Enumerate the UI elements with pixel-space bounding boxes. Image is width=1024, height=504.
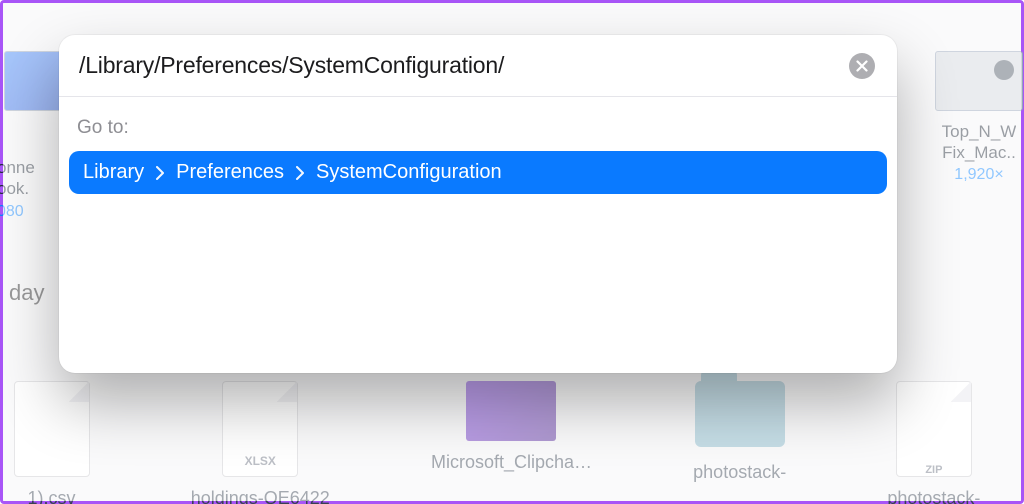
folder-icon [695, 381, 785, 447]
go-to-folder-dialog: Go to: Library Preferences SystemConfigu… [59, 35, 897, 373]
chevron-right-icon [296, 166, 304, 180]
file-name: Microsoft_Clipcha… [431, 451, 592, 474]
clear-button[interactable] [849, 53, 875, 79]
file-dimensions: 1,920× [954, 166, 1003, 184]
file-name-line: ook. [0, 179, 29, 198]
file-name: photostack- [693, 461, 786, 484]
bg-file-image[interactable]: Microsoft_Clipcha… [431, 381, 592, 504]
path-input[interactable] [77, 51, 839, 80]
bg-bottom-row: 1).csv XLSX holdings-QE6422 Microsoft_Cl… [0, 381, 1024, 504]
file-icon [14, 381, 90, 477]
bg-file-xlsx[interactable]: XLSX holdings-QE6422 [191, 381, 330, 504]
file-icon: XLSX [222, 381, 298, 477]
file-badge: XLSX [245, 454, 276, 468]
file-name: 1).csv [28, 487, 76, 504]
file-name-line: onne [0, 158, 35, 177]
file-name-line: Fix_Mac.. [942, 142, 1016, 163]
bg-file-top-left-label: onne ook. 080 [0, 157, 35, 222]
file-dimensions: 080 [0, 202, 35, 222]
bg-file-zip[interactable]: ZIP photostack- [887, 381, 980, 504]
file-name-line: Top_N_W [942, 121, 1017, 142]
bg-file-csv[interactable]: 1).csv [14, 381, 90, 504]
goto-label: Go to: [59, 97, 897, 151]
file-name: photostack- [887, 487, 980, 504]
path-segment: SystemConfiguration [316, 161, 502, 184]
chevron-right-icon [156, 166, 164, 180]
section-header: day [1, 278, 52, 308]
path-segment: Preferences [176, 161, 284, 184]
file-badge: ZIP [925, 464, 942, 476]
path-suggestion[interactable]: Library Preferences SystemConfiguration [69, 151, 887, 194]
file-name: holdings-QE6422 [191, 487, 330, 504]
bg-folder[interactable]: photostack- [693, 381, 786, 504]
close-icon [856, 60, 868, 72]
path-segment: Library [83, 161, 144, 184]
bg-file-top-right[interactable]: Top_N_W Fix_Mac.. 1,920× [879, 51, 1024, 184]
image-thumbnail [466, 381, 556, 441]
path-input-row [59, 35, 897, 97]
file-icon: ZIP [896, 381, 972, 477]
image-thumbnail [935, 51, 1023, 111]
